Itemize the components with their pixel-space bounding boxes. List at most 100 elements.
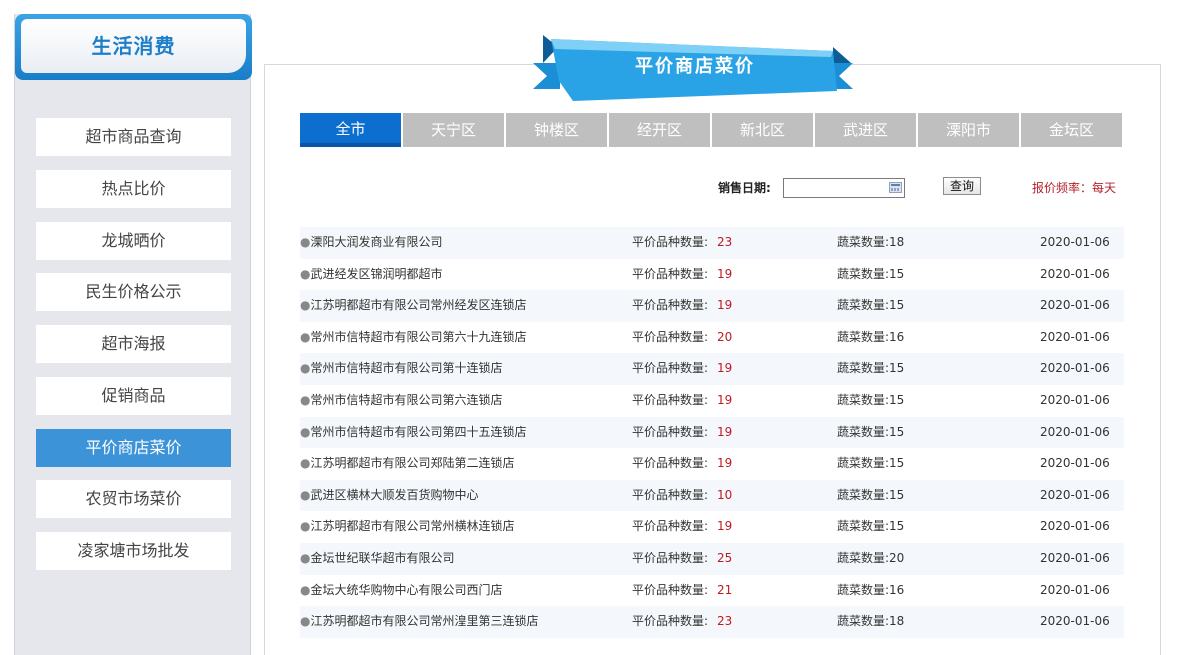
store-date: 2020-01-06 bbox=[1040, 298, 1110, 313]
query-button[interactable]: 查询 bbox=[943, 177, 981, 195]
tab-xinbei[interactable]: 新北区 bbox=[712, 113, 813, 147]
tab-liyang[interactable]: 溧阳市 bbox=[918, 113, 1019, 147]
count-label: 平价品种数量: bbox=[632, 266, 709, 281]
bullet-icon: ● bbox=[300, 361, 311, 376]
store-name: 武进区横林大顺发百货购物中心 bbox=[310, 487, 479, 502]
veg-value: 15 bbox=[889, 456, 905, 471]
veg-value: 18 bbox=[889, 614, 905, 629]
count-label: 平价品种数量: bbox=[632, 235, 709, 249]
veg-count: 蔬菜数量:16 bbox=[837, 575, 904, 607]
store-name-link[interactable]: ●金坛大统华购物中心有限公司西门店 bbox=[300, 575, 503, 607]
tab-all-city[interactable]: 全市 bbox=[300, 113, 401, 147]
sidebar-item-supermarket-query[interactable]: 超市商品查询 bbox=[36, 118, 231, 156]
store-date: 2020-01-06 bbox=[1040, 550, 1110, 565]
store-name-link[interactable]: ●江苏明都超市有限公司郑陆第二连锁店 bbox=[300, 448, 515, 480]
store-row: ●金坛世纪联华超市有限公司 平价品种数量: 25 蔬菜数量:20 2020-01-06 bbox=[300, 542, 1124, 575]
store-list: ●溧阳大润发商业有限公司 平价品种数量: 23 蔬菜数量:18 2020-01-06 ●武… bbox=[300, 227, 1124, 638]
bullet-icon: ● bbox=[300, 456, 311, 471]
sidebar-item-promotions[interactable]: 促销商品 bbox=[36, 377, 231, 415]
veg-label: 蔬菜数量: bbox=[837, 235, 890, 249]
veg-count: 蔬菜数量:15 bbox=[837, 290, 904, 322]
count-value: 19 bbox=[717, 266, 733, 281]
veg-label: 蔬菜数量: bbox=[837, 456, 890, 471]
tab-zhonglou[interactable]: 钟楼区 bbox=[506, 113, 607, 147]
veg-count: 蔬菜数量:15 bbox=[837, 448, 904, 480]
store-row: ●江苏明都超市有限公司郑陆第二连锁店 平价品种数量: 19 蔬菜数量:15 2020-0… bbox=[300, 448, 1124, 480]
sidebar-item-farmers-market[interactable]: 农贸市场菜价 bbox=[36, 480, 231, 518]
store-row: ●江苏明都超市有限公司常州经发区连锁店 平价品种数量: 19 蔬菜数量:15 2020-… bbox=[300, 290, 1124, 322]
veg-count: 蔬菜数量:18 bbox=[837, 227, 904, 259]
store-date: 2020-01-06 bbox=[1040, 614, 1110, 629]
veg-value: 15 bbox=[889, 519, 905, 534]
page-title: 平价商店菜价 bbox=[635, 56, 755, 77]
store-name: 常州市信特超市有限公司第十连锁店 bbox=[310, 361, 503, 376]
store-name-link[interactable]: ●武进经发区锦润明都超市 bbox=[300, 259, 443, 291]
store-name-link[interactable]: ●江苏明都超市有限公司常州经发区连锁店 bbox=[300, 290, 527, 322]
veg-value: 15 bbox=[889, 361, 905, 376]
sidebar-item-supermarket-poster[interactable]: 超市海报 bbox=[36, 325, 231, 363]
store-date: 2020-01-06 bbox=[1040, 487, 1110, 502]
quote-frequency: 报价频率：每天 bbox=[1032, 181, 1117, 195]
calendar-icon[interactable] bbox=[889, 182, 902, 193]
bullet-icon: ● bbox=[300, 329, 311, 344]
store-name: 常州市信特超市有限公司第六连锁店 bbox=[310, 392, 503, 407]
sale-date-input[interactable] bbox=[783, 178, 905, 198]
store-row: ●常州市信特超市有限公司第四十五连锁店 平价品种数量: 19 蔬菜数量:15 2020-… bbox=[300, 416, 1124, 449]
store-name-link[interactable]: ●常州市信特超市有限公司第六十九连锁店 bbox=[300, 322, 527, 354]
veg-count: 蔬菜数量:15 bbox=[837, 385, 904, 417]
bullet-icon: ● bbox=[300, 266, 311, 281]
store-row: ●金坛大统华购物中心有限公司西门店 平价品种数量: 21 蔬菜数量:16 2020-01… bbox=[300, 575, 1124, 607]
veg-count: 蔬菜数量:15 bbox=[837, 353, 904, 385]
store-name: 武进经发区锦润明都超市 bbox=[310, 266, 443, 281]
veg-label: 蔬菜数量: bbox=[837, 614, 890, 629]
store-name: 常州市信特超市有限公司第六十九连锁店 bbox=[310, 329, 527, 344]
store-name-link[interactable]: ●溧阳大润发商业有限公司 bbox=[300, 227, 443, 259]
bullet-icon: ● bbox=[300, 487, 311, 502]
tab-jintan[interactable]: 金坛区 bbox=[1021, 113, 1122, 147]
veg-label: 蔬菜数量: bbox=[837, 550, 890, 565]
sidebar-item-longcheng-price[interactable]: 龙城晒价 bbox=[36, 222, 231, 260]
veg-count: 蔬菜数量:15 bbox=[837, 480, 904, 512]
bullet-icon: ● bbox=[300, 519, 311, 534]
sidebar-item-fair-price-store[interactable]: 平价商店菜价 bbox=[36, 429, 231, 467]
store-date: 2020-01-06 bbox=[1040, 582, 1110, 597]
count-label: 平价品种数量: bbox=[632, 298, 709, 313]
sidebar-item-hot-compare[interactable]: 热点比价 bbox=[36, 170, 231, 208]
tab-tianning[interactable]: 天宁区 bbox=[403, 113, 504, 147]
store-name-link[interactable]: ●江苏明都超市有限公司常州湟里第三连锁店 bbox=[300, 606, 539, 638]
store-name-link[interactable]: ●武进区横林大顺发百货购物中心 bbox=[300, 480, 479, 512]
store-row: ●江苏明都超市有限公司常州湟里第三连锁店 平价品种数量: 23 蔬菜数量:18 2020… bbox=[300, 606, 1124, 638]
store-name: 金坛大统华购物中心有限公司西门店 bbox=[310, 582, 503, 597]
store-name-link[interactable]: ●常州市信特超市有限公司第十连锁店 bbox=[300, 353, 503, 385]
store-name-link[interactable]: ●常州市信特超市有限公司第六连锁店 bbox=[300, 385, 503, 417]
store-name: 江苏明都超市有限公司常州横林连锁店 bbox=[310, 519, 515, 534]
store-name-link[interactable]: ●江苏明都超市有限公司常州横林连锁店 bbox=[300, 511, 515, 543]
count-value: 19 bbox=[717, 519, 733, 534]
veg-count: 蔬菜数量:16 bbox=[837, 322, 904, 354]
store-name-link[interactable]: ●常州市信特超市有限公司第四十五连锁店 bbox=[300, 417, 527, 449]
count-label: 平价品种数量: bbox=[632, 519, 709, 534]
store-date: 2020-01-06 bbox=[1040, 424, 1110, 439]
sidebar-item-lingjiatang-wholesale[interactable]: 凌家塘市场批发 bbox=[36, 532, 231, 570]
count-value: 20 bbox=[717, 329, 733, 344]
veg-value: 15 bbox=[889, 487, 905, 502]
veg-count: 蔬菜数量:15 bbox=[837, 417, 904, 449]
sidebar-item-price-notice[interactable]: 民生价格公示 bbox=[36, 273, 231, 311]
veg-label: 蔬菜数量: bbox=[837, 582, 890, 597]
count-value: 10 bbox=[717, 487, 733, 502]
tab-wujin[interactable]: 武进区 bbox=[815, 113, 916, 147]
store-row: ●江苏明都超市有限公司常州横林连锁店 平价品种数量: 19 蔬菜数量:15 2020-0… bbox=[300, 511, 1124, 543]
count-label: 平价品种数量: bbox=[632, 487, 709, 502]
store-name-link[interactable]: ●金坛世纪联华超市有限公司 bbox=[300, 543, 455, 575]
count-value: 23 bbox=[717, 235, 733, 249]
store-date: 2020-01-06 bbox=[1040, 519, 1110, 534]
count-label: 平价品种数量: bbox=[632, 550, 709, 565]
veg-label: 蔬菜数量: bbox=[837, 487, 890, 502]
veg-count: 蔬菜数量:15 bbox=[837, 259, 904, 291]
count-value: 19 bbox=[717, 361, 733, 376]
store-name: 江苏明都超市有限公司常州经发区连锁店 bbox=[310, 298, 527, 313]
tab-jingkai[interactable]: 经开区 bbox=[609, 113, 710, 147]
veg-value: 15 bbox=[889, 266, 905, 281]
sidebar: 生活消费 超市商品查询 热点比价 龙城晒价 民生价格公示 超市海报 促销商品 平… bbox=[14, 14, 252, 655]
count-label: 平价品种数量: bbox=[632, 582, 709, 597]
